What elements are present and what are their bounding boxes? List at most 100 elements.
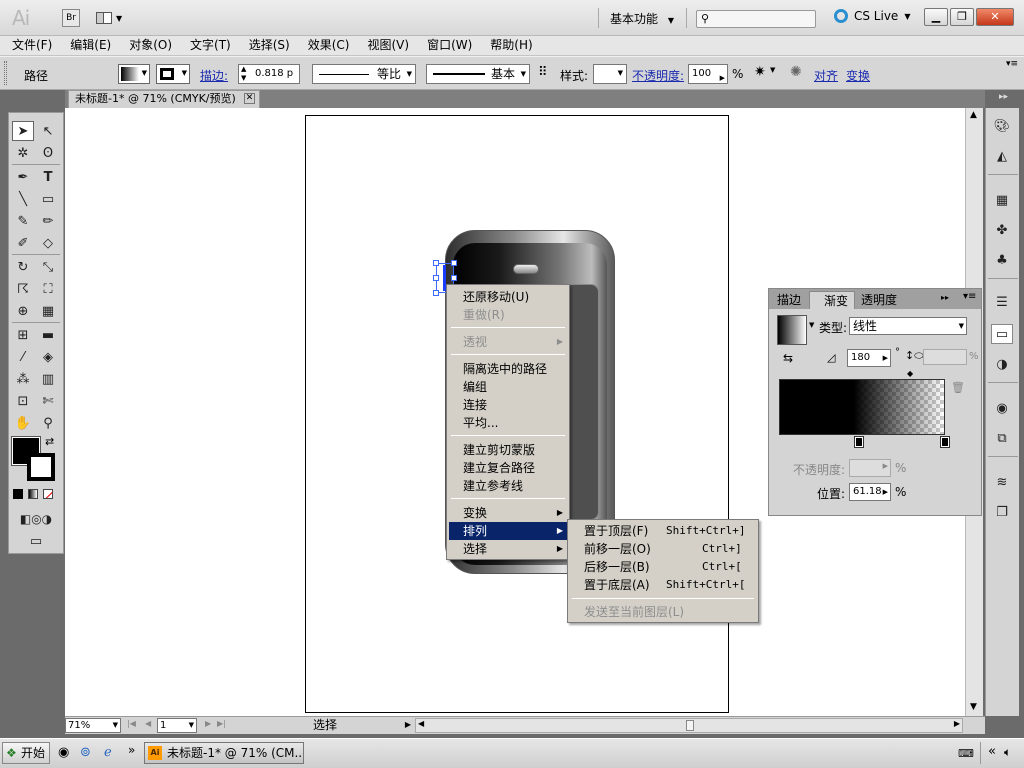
gradient-thumbnail[interactable] bbox=[777, 315, 807, 345]
stroke-color-box[interactable] bbox=[27, 453, 55, 481]
menu-item-send-backward[interactable]: 后移一层(B) Ctrl+[ bbox=[570, 558, 756, 576]
gradient-tool[interactable]: ▬ bbox=[37, 325, 59, 345]
ie-icon[interactable]: ℯ bbox=[104, 745, 112, 760]
symbols-icon[interactable]: ♣ bbox=[991, 250, 1013, 270]
settings-icon[interactable]: ✺ bbox=[790, 64, 802, 80]
keyboard-icon[interactable]: ⌨ bbox=[958, 747, 974, 760]
midpoint-diamond-icon[interactable]: ◆ bbox=[907, 369, 913, 378]
gradient-panel-icon[interactable]: ▭ bbox=[991, 324, 1013, 344]
menu-item-join[interactable]: 连接 bbox=[449, 396, 567, 414]
menu-window[interactable]: 窗口(W) bbox=[427, 36, 472, 55]
rectangle-tool[interactable]: ▭ bbox=[37, 189, 59, 209]
color-mode-button[interactable] bbox=[13, 489, 23, 499]
artboards-panel-icon[interactable]: ❐ bbox=[991, 502, 1013, 522]
swatches-icon[interactable]: ▦ bbox=[991, 190, 1013, 210]
stroke-panel-icon[interactable]: ☰ bbox=[991, 292, 1013, 312]
arrange-documents-button[interactable]: ▼ bbox=[96, 9, 126, 27]
tab-stroke[interactable]: 描边 bbox=[771, 291, 807, 309]
fill-swatch[interactable]: ▼ bbox=[118, 64, 150, 84]
menu-item-average[interactable]: 平均... bbox=[449, 414, 567, 432]
prev-artboard-icon[interactable]: ◀ bbox=[145, 719, 151, 728]
gradient-type-select[interactable]: 线性 ▼ bbox=[849, 317, 967, 335]
menu-view[interactable]: 视图(V) bbox=[367, 36, 409, 55]
first-artboard-icon[interactable]: |◀ bbox=[127, 719, 136, 728]
menu-select[interactable]: 选择(S) bbox=[249, 36, 290, 55]
menu-type[interactable]: 文字(T) bbox=[190, 36, 231, 55]
selection-handle[interactable] bbox=[451, 260, 457, 266]
menu-item-bring-forward[interactable]: 前移一层(O) Ctrl+] bbox=[570, 540, 756, 558]
scroll-down-icon[interactable]: ▼ bbox=[970, 702, 977, 712]
volume-icon[interactable]: 🔈︎ bbox=[1004, 745, 1011, 760]
symbol-sprayer-tool[interactable]: ⁂ bbox=[12, 369, 34, 389]
graphic-styles-icon[interactable]: ⧉ bbox=[991, 428, 1013, 448]
variable-width-profile[interactable]: 等比 ▼ bbox=[312, 64, 416, 84]
swap-icon[interactable]: ⇄ bbox=[45, 435, 54, 448]
artboard-tool[interactable]: ⊡ bbox=[12, 391, 34, 411]
quicklaunch-more-icon[interactable]: » bbox=[128, 743, 135, 757]
layers-panel-icon[interactable]: ≋ bbox=[991, 472, 1013, 492]
perspective-grid-tool[interactable]: ▦ bbox=[37, 301, 59, 321]
scroll-left-icon[interactable]: ◀ bbox=[418, 719, 424, 728]
color-panel-icon[interactable]: 🎨︎ bbox=[991, 116, 1013, 136]
stroke-swatch[interactable]: ▼ bbox=[156, 64, 190, 84]
scale-tool[interactable]: ⤡ bbox=[37, 257, 59, 277]
menu-item-undo-move[interactable]: 还原移动(U) bbox=[449, 288, 567, 306]
zoom-select[interactable]: 71% ▼ bbox=[65, 718, 121, 733]
gradient-stop[interactable] bbox=[854, 436, 864, 448]
menu-item-transform[interactable]: 变换 ▶ bbox=[449, 504, 567, 522]
line-tool[interactable]: ╲ bbox=[12, 189, 34, 209]
panel-menu-icon[interactable]: ▾≡ bbox=[963, 291, 976, 302]
reverse-gradient-icon[interactable]: ⇆ bbox=[783, 351, 793, 365]
zoom-tool[interactable]: ⚲ bbox=[37, 413, 59, 433]
recolor-artwork-icon[interactable]: ✷ bbox=[754, 64, 766, 80]
opacity-field[interactable]: 100 ▶ bbox=[688, 64, 728, 84]
gradient-slider[interactable] bbox=[779, 379, 945, 435]
menu-effect[interactable]: 效果(C) bbox=[308, 36, 350, 55]
bridge-button[interactable]: Br bbox=[62, 9, 80, 27]
magic-wand-tool[interactable]: ✲ bbox=[12, 143, 34, 163]
direct-selection-tool[interactable]: ↖ bbox=[37, 121, 59, 141]
chevron-down-icon[interactable]: ▼ bbox=[809, 321, 814, 329]
menu-item-clipping-mask[interactable]: 建立剪切蒙版 bbox=[449, 441, 567, 459]
brush-definition[interactable]: 基本 ▼ bbox=[426, 64, 530, 84]
horizontal-scrollbar[interactable]: ◀ ▶ bbox=[415, 718, 963, 733]
menu-item-make-guides[interactable]: 建立参考线 bbox=[449, 477, 567, 495]
style-options-icon[interactable]: ⠿ bbox=[538, 65, 548, 80]
tab-gradient[interactable]: 渐变 bbox=[809, 291, 856, 309]
scroll-up-icon[interactable]: ▲ bbox=[970, 110, 977, 120]
type-tool[interactable]: T bbox=[37, 167, 59, 187]
document-tab[interactable]: 未标题-1* @ 71% (CMYK/预览) ✕ bbox=[68, 90, 260, 108]
browser-icon[interactable]: ◉ bbox=[58, 745, 69, 760]
none-mode-button[interactable] bbox=[43, 489, 53, 499]
mesh-tool[interactable]: ⊞ bbox=[12, 325, 34, 345]
delete-stop-icon[interactable]: 🗑︎ bbox=[951, 381, 965, 394]
status-tool-display[interactable]: 选择 ▶ bbox=[235, 718, 411, 733]
blend-tool[interactable]: ◈ bbox=[37, 347, 59, 367]
panel-menu-icon[interactable]: ▾≡ bbox=[1006, 59, 1018, 69]
selection-handle[interactable] bbox=[433, 275, 439, 281]
chevron-down-icon[interactable]: ▼ bbox=[770, 66, 775, 74]
tab-transparency[interactable]: 透明度 bbox=[855, 291, 903, 309]
menu-edit[interactable]: 编辑(E) bbox=[70, 36, 111, 55]
transparency-panel-icon[interactable]: ◑ bbox=[991, 354, 1013, 374]
transform-link[interactable]: 变换 bbox=[846, 67, 870, 84]
eyedropper-tool[interactable]: ⁄ bbox=[12, 347, 34, 367]
close-button[interactable]: ✕ bbox=[976, 8, 1014, 26]
screen-mode-button[interactable]: ▭ bbox=[23, 531, 49, 551]
last-artboard-icon[interactable]: ▶| bbox=[217, 719, 226, 728]
slice-tool[interactable]: ✄ bbox=[37, 391, 59, 411]
collapse-panel-icon[interactable]: ▸▸ bbox=[941, 293, 949, 302]
search-input[interactable]: ⚲ bbox=[696, 10, 816, 28]
menu-item-compound-path[interactable]: 建立复合路径 bbox=[449, 459, 567, 477]
expand-icon[interactable]: ▸▸ bbox=[999, 92, 1008, 102]
pen-tool[interactable]: ✒ bbox=[12, 167, 34, 187]
blob-brush-tool[interactable]: ✐ bbox=[12, 233, 34, 253]
stroke-weight-field[interactable]: ▲ ▼ 0.818 p bbox=[238, 64, 300, 84]
menu-item-isolate-path[interactable]: 隔离选中的路径 bbox=[449, 360, 567, 378]
paintbrush-tool[interactable]: ✎ bbox=[12, 211, 34, 231]
selection-handle[interactable] bbox=[433, 290, 439, 296]
align-link[interactable]: 对齐 bbox=[814, 67, 838, 84]
grip-handle[interactable] bbox=[4, 61, 7, 85]
graphic-style-picker[interactable]: ▼ bbox=[593, 64, 627, 84]
cs-live-menu[interactable]: CS Live ▼ bbox=[834, 9, 910, 23]
